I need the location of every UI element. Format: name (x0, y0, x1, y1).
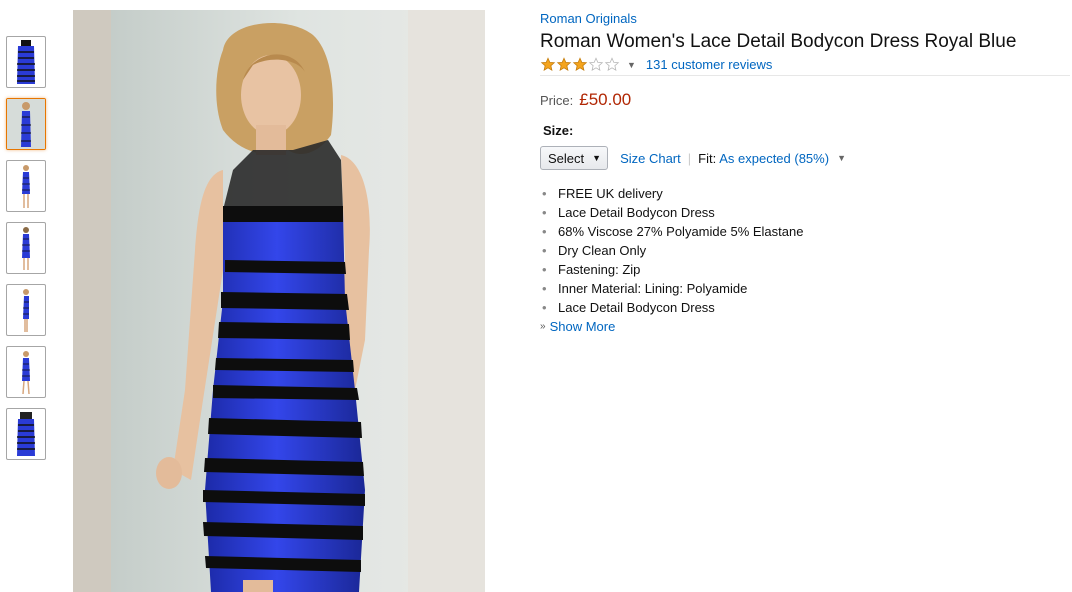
caret-down-icon[interactable]: ▼ (627, 60, 636, 70)
dress-detail-thumb-image (17, 412, 35, 456)
product-details: Roman Originals Roman Women's Lace Detai… (540, 10, 1070, 336)
size-select-value: Select (548, 150, 585, 166)
feature-bullet: Lace Detail Bodycon Dress (540, 203, 1070, 222)
brand-link[interactable]: Roman Originals (540, 11, 637, 26)
model-full-2-thumb-image (22, 351, 30, 395)
chevron-double-down-icon: » (540, 321, 546, 332)
thumbnail-model-full-2[interactable] (6, 346, 46, 398)
star-icon (588, 57, 604, 71)
show-more-label: Show More (549, 319, 616, 334)
separator: | (687, 150, 692, 166)
size-select-dropdown[interactable]: Select ▼ (540, 146, 609, 170)
price-value: £50.00 (579, 90, 632, 109)
star-rating[interactable] (540, 57, 620, 72)
star-icon (540, 57, 556, 71)
model-wearing-dress-image (73, 10, 485, 592)
thumbnail-strip (6, 36, 46, 470)
model-full-thumb-image (22, 165, 30, 208)
thumbnail-model-back[interactable] (6, 222, 46, 274)
thumbnail-model-full[interactable] (6, 160, 46, 212)
customer-reviews-link[interactable]: 131 customer reviews (646, 57, 772, 72)
thumbnail-dress-detail[interactable] (6, 408, 46, 460)
size-chart-link[interactable]: Size Chart (620, 151, 681, 166)
size-row: Select ▼ Size Chart | Fit: As expected (… (540, 146, 1070, 170)
caret-down-icon[interactable]: ▼ (837, 153, 846, 163)
feature-bullet: Inner Material: Lining: Polyamide (540, 279, 1070, 298)
star-icon (556, 57, 572, 71)
feature-bullet: Lace Detail Bodycon Dress (540, 298, 1070, 317)
thumbnail-model-front[interactable] (6, 98, 46, 150)
caret-down-icon: ▼ (592, 153, 602, 163)
model-back-thumb-image (22, 227, 30, 270)
feature-bullet: Fastening: Zip (540, 260, 1070, 279)
main-product-image[interactable] (73, 10, 485, 592)
feature-bullet: FREE UK delivery (540, 184, 1070, 203)
size-label: Size: (543, 123, 574, 138)
model-front-thumb-image (7, 99, 45, 149)
price-row: Price: £50.00 (540, 90, 1070, 110)
rating-row: ▼ 131 customer reviews (540, 56, 1070, 76)
thumbnail-dress-flat[interactable] (6, 36, 46, 88)
feature-bullet: Dry Clean Only (540, 241, 1070, 260)
star-icon (572, 57, 588, 71)
product-title: Roman Women's Lace Detail Bodycon Dress … (540, 31, 1017, 52)
feature-bullets: FREE UK delivery Lace Detail Bodycon Dre… (540, 184, 1070, 317)
fit-label: Fit: (698, 150, 717, 166)
show-more-link[interactable]: » Show More (540, 317, 1070, 336)
dress-flat-thumb-image (17, 40, 35, 84)
price-label: Price: (540, 93, 574, 108)
model-side-thumb-image (23, 289, 29, 332)
fit-value-link[interactable]: As expected (85%) (719, 151, 829, 166)
feature-bullet: 68% Viscose 27% Polyamide 5% Elastane (540, 222, 1070, 241)
star-icon (604, 57, 620, 71)
thumbnail-model-side[interactable] (6, 284, 46, 336)
